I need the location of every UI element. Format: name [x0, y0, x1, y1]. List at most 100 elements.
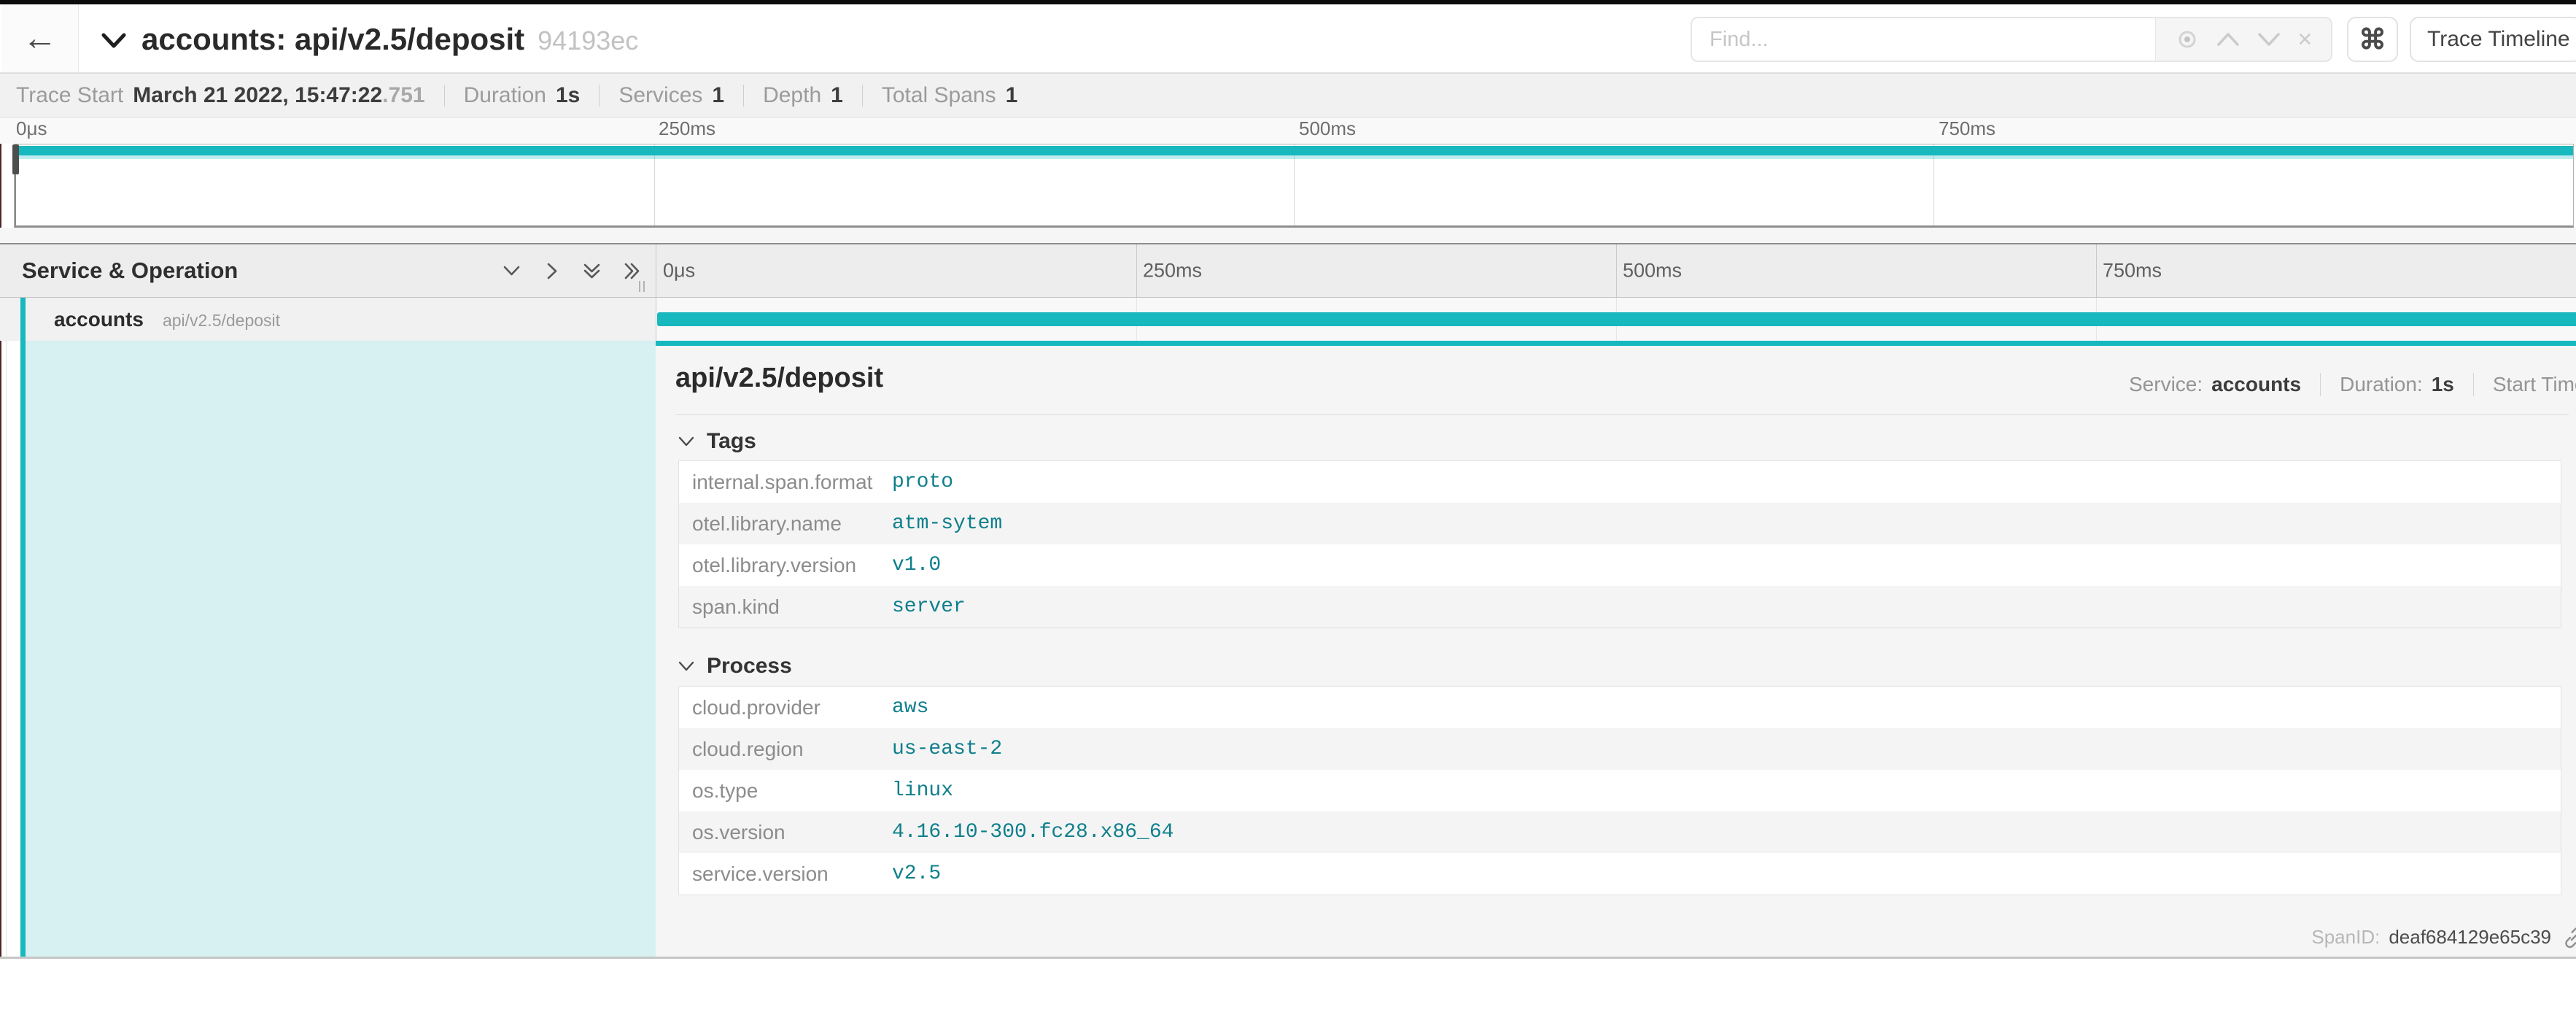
process-row: os.version 4.16.10-300.fc28.x86_64: [679, 811, 2561, 853]
chevron-down-icon: [678, 436, 695, 447]
link-icon[interactable]: [2563, 927, 2576, 949]
trace-view-bottom-border: [0, 957, 2576, 959]
process-key: cloud.region: [679, 738, 892, 761]
keyboard-shortcuts-button[interactable]: ⌘: [2347, 17, 2398, 62]
timeline-tick: 0μs: [663, 260, 695, 282]
tag-key: span.kind: [679, 595, 892, 619]
span-id-value: deaf684129e65c39: [2389, 926, 2551, 949]
minimap-span-bar: [15, 146, 2573, 155]
minimap-scrubber[interactable]: [15, 144, 16, 225]
process-key: cloud.provider: [679, 696, 892, 719]
timeline-gridline: [1136, 244, 1137, 297]
timeline-tick: 500ms: [1623, 260, 1682, 282]
span-row[interactable]: accountsapi/v2.5/deposit: [0, 298, 2576, 341]
span-timeline-cell[interactable]: [656, 298, 2576, 341]
depth-label: Depth: [763, 83, 821, 108]
timeline-tick: 250ms: [1143, 260, 1202, 282]
locate-icon[interactable]: [2175, 27, 2200, 52]
trace-collapse-chevron-icon[interactable]: [101, 32, 127, 50]
tag-key: otel.library.name: [679, 512, 892, 536]
process-value: us-east-2: [892, 738, 1002, 760]
chevron-down-icon: [678, 660, 695, 672]
tags-section-toggle[interactable]: Tags: [678, 429, 756, 454]
minimap-tick: 500ms: [1299, 117, 1356, 140]
meta-divider: [2473, 373, 2474, 396]
minimap-canvas[interactable]: [14, 144, 2574, 228]
span-selection-backdrop[interactable]: [26, 341, 656, 957]
span-color-bar: [20, 298, 26, 341]
meta-divider: [2320, 373, 2321, 396]
indent-guide: [6, 341, 7, 957]
expand-all-icon[interactable]: [622, 261, 642, 281]
minimap-scrubber-handle[interactable]: [12, 144, 19, 174]
back-button[interactable]: ←: [1, 4, 79, 72]
services-value: 1: [712, 83, 724, 108]
process-section-title: Process: [707, 654, 792, 679]
column-resize-grip[interactable]: [639, 281, 645, 292]
tag-key: otel.library.version: [679, 554, 892, 577]
service-label: Service:: [2129, 373, 2203, 396]
process-value: 4.16.10-300.fc28.x86_64: [892, 821, 1173, 844]
process-value: aws: [892, 696, 928, 719]
collapse-all-icon[interactable]: [582, 261, 602, 281]
span-detail-accent-border: [656, 341, 2576, 346]
timeline-gridline: [1616, 244, 1617, 297]
trace-page-header: ← accounts: api/v2.5/deposit94193ec × ⌘ …: [0, 4, 2576, 73]
clear-search-icon[interactable]: ×: [2297, 27, 2312, 52]
expand-one-icon[interactable]: [542, 261, 562, 281]
prev-result-icon[interactable]: [2216, 32, 2240, 47]
find-input[interactable]: [1691, 17, 2156, 62]
tags-table: internal.span.format proto otel.library.…: [678, 460, 2561, 628]
process-table: cloud.provider aws cloud.region us-east-…: [678, 686, 2561, 895]
timeline-gridline: [2096, 244, 2097, 297]
process-section-toggle[interactable]: Process: [678, 654, 792, 679]
span-detail-panel: api/v2.5/deposit Service: accounts Durat…: [656, 341, 2576, 957]
title-divider: [675, 414, 2569, 415]
summary-divider: [599, 85, 600, 107]
minimap-footer-space: [0, 228, 2576, 243]
start-time-label: Start Time:: [2493, 373, 2576, 396]
process-key: service.version: [679, 862, 892, 886]
span-detail-row: api/v2.5/deposit Service: accounts Durat…: [0, 341, 2576, 957]
timeline-header-row: Service & Operation 0μs 250ms 500ms 750m…: [0, 243, 2576, 298]
command-icon: ⌘: [2359, 23, 2386, 56]
tag-value: proto: [892, 471, 953, 493]
span-duration-bar[interactable]: [657, 312, 2576, 326]
duration-label: Duration: [464, 83, 546, 108]
minimap-span-detail-bar: [15, 155, 2573, 159]
services-label: Services: [618, 83, 702, 108]
minimap-tick: 750ms: [1939, 117, 1995, 140]
collapse-one-icon[interactable]: [502, 261, 521, 281]
timeline-collapse-controls: [502, 244, 642, 297]
total-spans-label: Total Spans: [882, 83, 996, 108]
find-result-controls: ×: [2156, 17, 2332, 62]
process-value: linux: [892, 779, 953, 802]
duration-label: Duration:: [2340, 373, 2423, 396]
service-value: accounts: [2211, 373, 2301, 396]
tag-value: atm-sytem: [892, 512, 1002, 535]
next-result-icon[interactable]: [2257, 32, 2281, 47]
minimap-tick: 0μs: [16, 117, 47, 140]
tag-row: otel.library.name atm-sytem: [679, 503, 2561, 544]
process-row: cloud.provider aws: [679, 687, 2561, 728]
view-selector-label: Trace Timeline: [2427, 27, 2570, 52]
summary-divider: [743, 85, 744, 107]
tag-key: internal.span.format: [679, 471, 892, 494]
back-arrow-icon: ←: [23, 18, 58, 58]
trace-start-label: Trace Start: [16, 83, 123, 108]
depth-value: 1: [831, 83, 843, 108]
span-id-footer: SpanID: deaf684129e65c39: [2311, 926, 2576, 949]
tag-row: span.kind server: [679, 586, 2561, 628]
span-color-bar: [20, 341, 26, 957]
summary-divider: [444, 85, 445, 107]
process-value: v2.5: [892, 862, 941, 885]
span-name-cell[interactable]: accountsapi/v2.5/deposit: [0, 298, 656, 341]
tags-section-title: Tags: [707, 429, 756, 454]
tag-value: server: [892, 595, 966, 618]
process-key: os.version: [679, 821, 892, 844]
summary-divider: [862, 85, 863, 107]
span-detail-title: api/v2.5/deposit: [675, 363, 883, 394]
trace-view-selector-button[interactable]: Trace Timeline: [2410, 17, 2576, 62]
duration-value: 1s: [556, 83, 580, 108]
service-operation-header: Service & Operation: [22, 258, 238, 284]
